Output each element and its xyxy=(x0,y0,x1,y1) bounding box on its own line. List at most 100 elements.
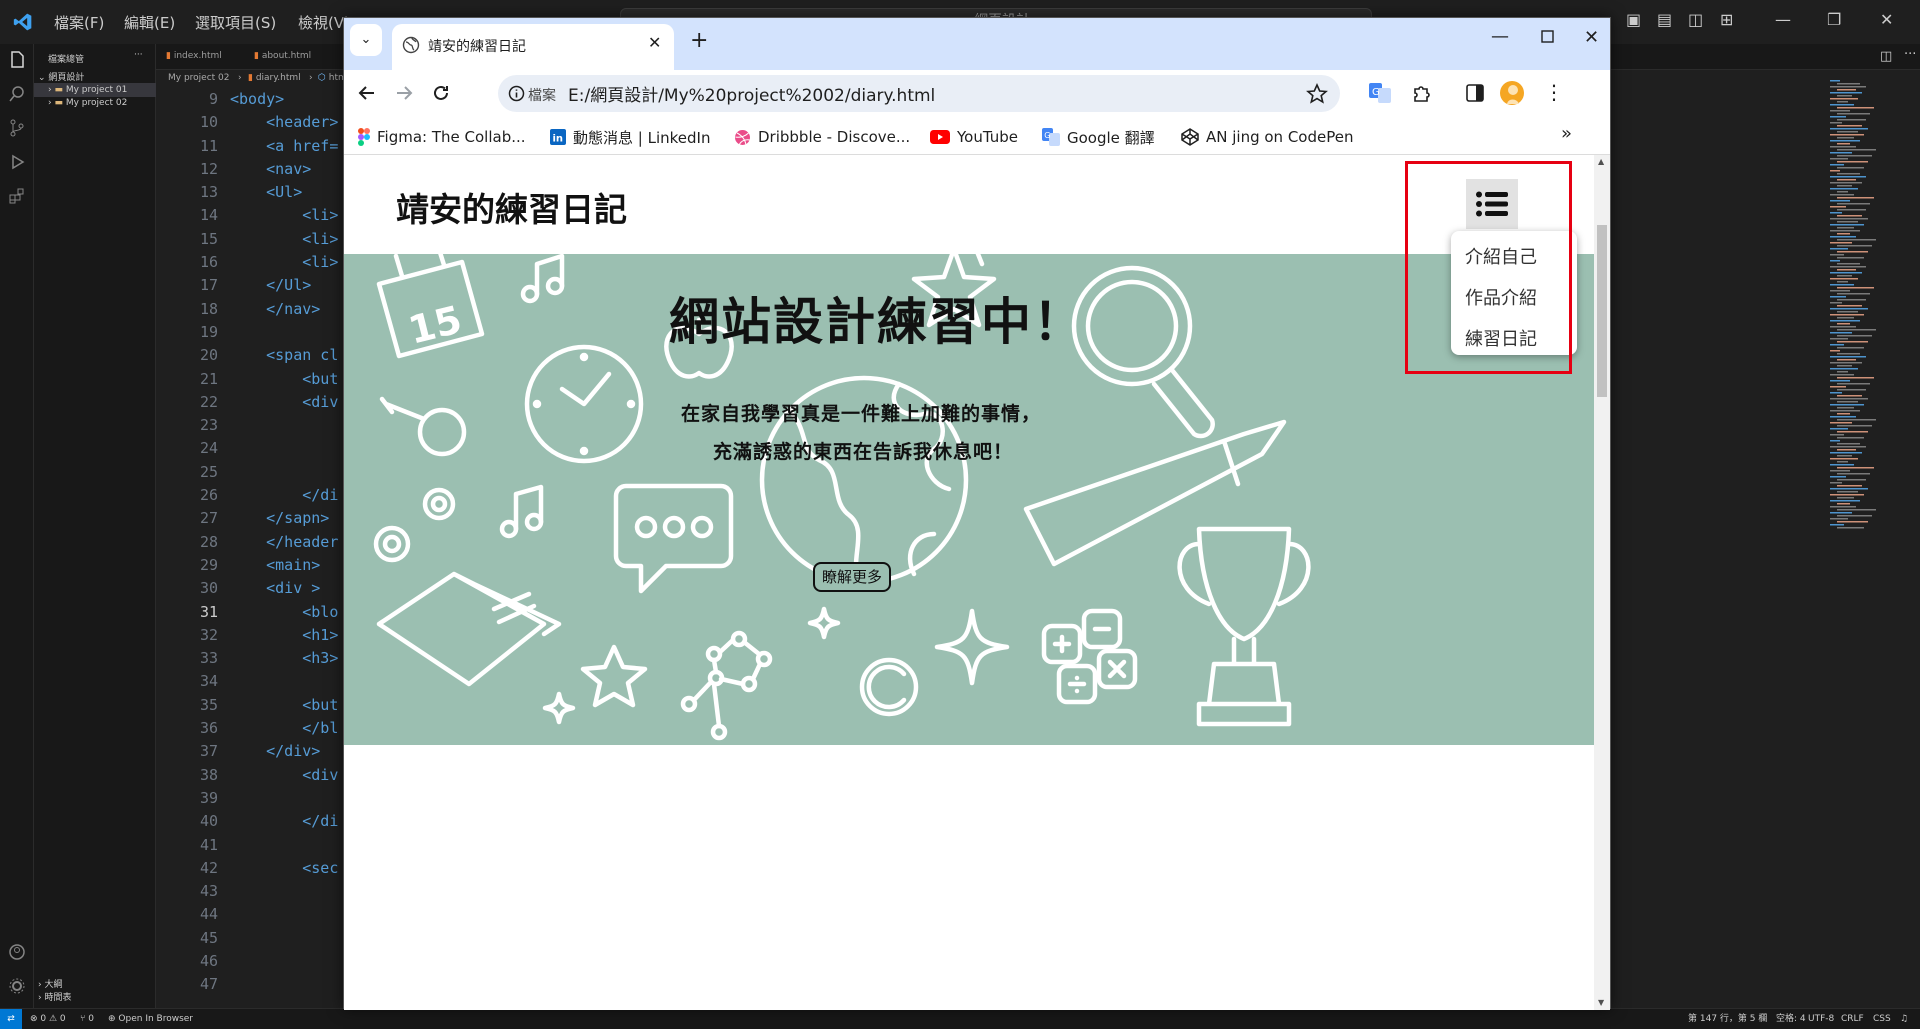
minimap-line xyxy=(1830,308,1868,310)
chevron-right-icon: › xyxy=(309,73,313,83)
explorer-root[interactable]: ⌄ 網頁設計 xyxy=(38,70,84,83)
minimap-line xyxy=(1830,188,1858,190)
minimap-line xyxy=(1830,380,1850,382)
bookmark-google-translate[interactable]: G Google 翻譯 xyxy=(1042,127,1155,147)
manage-gear-icon[interactable] xyxy=(7,976,27,996)
browser-tab-active[interactable]: 靖安的練習日記 ✕ xyxy=(392,24,674,70)
timeline-label: 時間表 xyxy=(44,993,72,1003)
browser-maximize-icon[interactable] xyxy=(1541,30,1554,43)
new-tab-plus-icon[interactable]: + xyxy=(690,30,708,52)
run-debug-icon[interactable] xyxy=(7,152,27,172)
bookmark-linkedin[interactable]: in 動態消息 | LinkedIn xyxy=(550,127,710,147)
eol-status[interactable]: CRLF xyxy=(1841,1009,1864,1029)
google-translate-icon[interactable]: G xyxy=(1368,82,1392,104)
more-actions-icon[interactable]: ··· xyxy=(134,50,143,60)
restore-icon[interactable]: ❐ xyxy=(1827,10,1841,29)
bookmark-dribbble[interactable]: Dribbble - Discove... xyxy=(734,127,910,147)
split-editor-icon[interactable]: ◫ xyxy=(1880,49,1892,64)
bookmark-codepen[interactable]: AN jing on CodePen xyxy=(1181,127,1353,147)
minimap-line xyxy=(1837,101,1848,103)
tab-close-icon[interactable]: ✕ xyxy=(648,33,661,52)
address-url[interactable]: E:/網頁設計/My%20project%2002/diary.html xyxy=(568,81,935,106)
breadcrumb-folder[interactable]: My project 02 xyxy=(168,73,230,83)
problems-status[interactable]: ⊗ 0 ⚠ 0 xyxy=(30,1009,66,1029)
folder-item-project02[interactable]: › ▬ My project 02 xyxy=(48,98,127,108)
tab-search-chevron-down-icon[interactable]: ⌄ xyxy=(350,24,382,56)
minimize-icon[interactable]: — xyxy=(1775,10,1791,29)
remote-icon[interactable]: ⇄ xyxy=(0,1009,22,1029)
bookmark-label: Google 翻譯 xyxy=(1067,128,1155,147)
more-actions-icon[interactable]: ··· xyxy=(1904,47,1916,62)
scrollbar-thumb[interactable] xyxy=(1597,225,1607,397)
forward-arrow-icon[interactable] xyxy=(394,83,414,103)
code-line: <div xyxy=(230,392,339,411)
reload-icon[interactable] xyxy=(431,83,451,103)
minimap-line xyxy=(1830,122,1842,124)
toggle-sidebar-icon[interactable]: ▣ xyxy=(1626,10,1641,29)
side-panel-icon[interactable] xyxy=(1466,84,1484,102)
minimap-line xyxy=(1830,368,1858,370)
timeline-section[interactable]: › 時間表 xyxy=(38,990,71,1003)
breadcrumb-file[interactable]: ▮ diary.html xyxy=(248,73,301,83)
back-arrow-icon[interactable] xyxy=(357,83,377,103)
bookmark-youtube[interactable]: YouTube xyxy=(930,127,1018,147)
code-line: <Ul> xyxy=(230,183,303,202)
page-scrollbar[interactable]: ▲ ▼ xyxy=(1594,155,1610,1010)
star-icon xyxy=(975,254,985,267)
line-number: 33 xyxy=(199,649,218,668)
browser-close-icon[interactable]: ✕ xyxy=(1584,27,1599,48)
extensions-puzzle-icon[interactable] xyxy=(1412,83,1432,103)
code-lines[interactable]: <body> <header> <a href= <nav> <Ul> <li>… xyxy=(230,88,350,997)
bookmark-figma[interactable]: Figma: The Collab... xyxy=(358,127,526,147)
encoding-status[interactable]: UTF-8 xyxy=(1808,1009,1834,1029)
open-in-browser-button[interactable]: ⊕ Open In Browser xyxy=(108,1009,193,1029)
menu-selection[interactable]: 選取項目(S) xyxy=(195,12,276,33)
language-status[interactable]: CSS xyxy=(1873,1009,1891,1029)
minimap-line xyxy=(1830,254,1844,256)
close-icon[interactable]: ✕ xyxy=(1880,10,1893,29)
browser-menu-kebab-icon[interactable]: ⋮ xyxy=(1544,80,1564,104)
minimap[interactable] xyxy=(1830,80,1910,540)
notifications-bell-icon[interactable]: ♫ xyxy=(1900,1009,1908,1029)
toggle-secondary-sidebar-icon[interactable]: ◫ xyxy=(1688,10,1703,29)
outline-section[interactable]: › 大綱 xyxy=(38,977,62,990)
browser-minimize-icon[interactable]: — xyxy=(1491,26,1509,47)
account-icon[interactable] xyxy=(7,942,27,962)
info-icon[interactable] xyxy=(508,85,525,102)
minimap-line xyxy=(1830,344,1844,346)
learn-more-button[interactable]: 瞭解更多 xyxy=(813,562,891,592)
bookmark-label: Dribbble - Discove... xyxy=(758,128,911,146)
minimap-line xyxy=(1830,356,1866,358)
minimap-line xyxy=(1830,212,1842,214)
more-bookmarks-chevron-icon[interactable]: » xyxy=(1561,123,1572,144)
customize-layout-icon[interactable]: ⊞ xyxy=(1720,10,1733,29)
site-logo-link[interactable]: 靖安的練習日記 xyxy=(396,183,627,231)
toggle-panel-icon[interactable]: ▤ xyxy=(1657,10,1672,29)
scroll-up-icon[interactable]: ▲ xyxy=(1598,157,1604,166)
cursor-position[interactable]: 第 147 行，第 5 欄 xyxy=(1688,1009,1767,1029)
ports-status[interactable]: ⑂ 0 xyxy=(80,1009,94,1029)
menu-edit[interactable]: 編輯(E) xyxy=(124,12,175,33)
extensions-icon[interactable] xyxy=(7,186,27,206)
line-number: 29 xyxy=(199,555,218,574)
minimap-line xyxy=(1837,119,1866,121)
profile-avatar[interactable] xyxy=(1499,80,1525,106)
minimap-line xyxy=(1830,230,1860,232)
bookmark-star-icon[interactable] xyxy=(1306,83,1328,105)
menu-file[interactable]: 檔案(F) xyxy=(54,12,104,33)
scroll-down-icon[interactable]: ▼ xyxy=(1598,998,1604,1007)
minimap-line xyxy=(1830,428,1848,430)
tab-index[interactable]: ▮ index.html xyxy=(166,51,222,61)
source-control-icon[interactable] xyxy=(7,118,27,138)
minimap-line xyxy=(1837,437,1864,439)
line-number: 30 xyxy=(199,579,218,598)
search-icon[interactable] xyxy=(7,84,27,104)
minimap-line xyxy=(1837,107,1874,109)
explorer-icon[interactable] xyxy=(7,50,27,70)
indentation-status[interactable]: 空格: 4 xyxy=(1776,1009,1806,1029)
folder-item-project01[interactable]: › ▬ My project 01 xyxy=(48,85,127,95)
tab-about[interactable]: ▮ about.html xyxy=(254,51,311,61)
minimap-line xyxy=(1830,320,1860,322)
address-bar[interactable]: 檔案 E:/網頁設計/My%20project%2002/diary.html xyxy=(498,75,1340,112)
